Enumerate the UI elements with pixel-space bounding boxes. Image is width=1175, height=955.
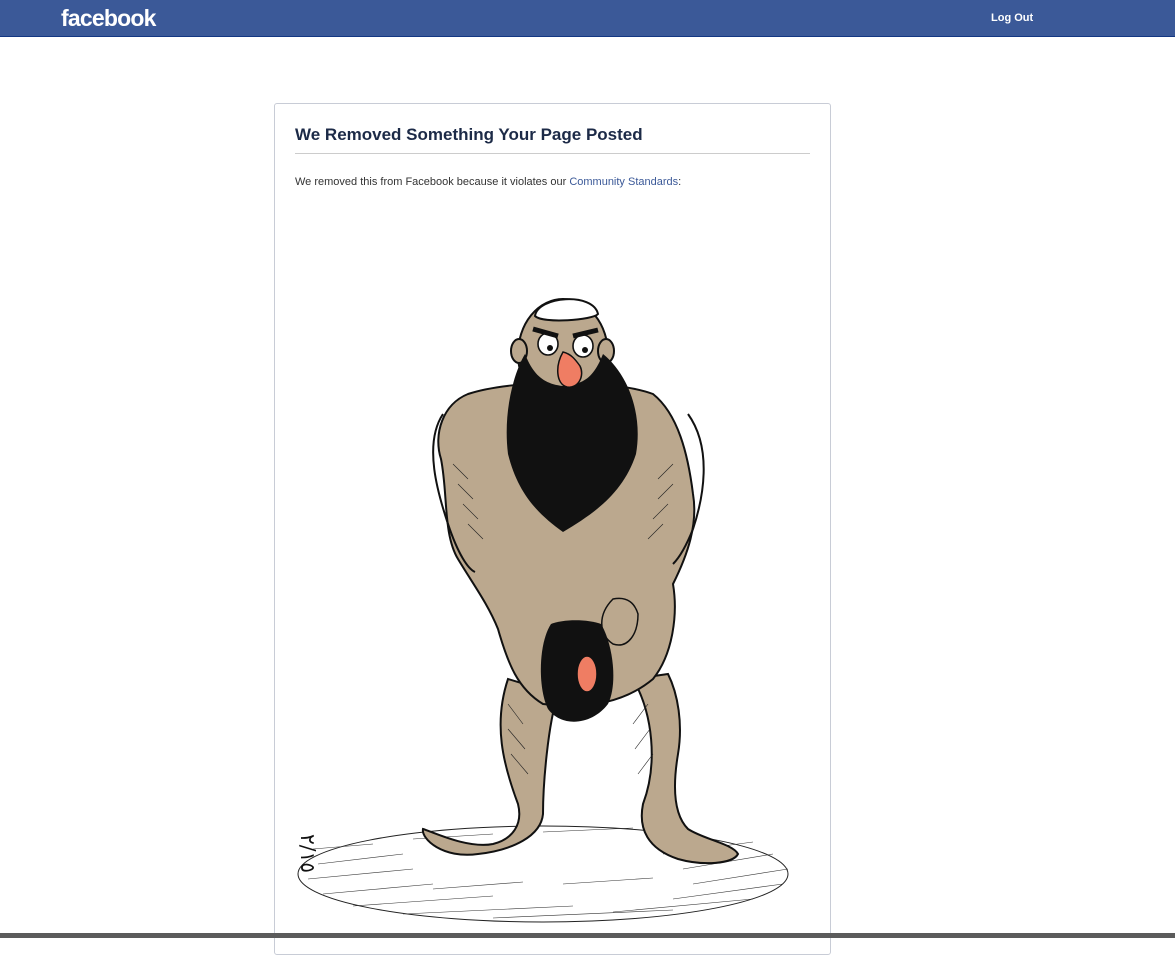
removed-cartoon-image: ٢/١٥: [296, 298, 789, 923]
facebook-logo[interactable]: facebook: [61, 5, 156, 32]
cap: [533, 298, 600, 322]
right-eye: [572, 334, 594, 358]
notice-title: We Removed Something Your Page Posted: [295, 125, 810, 154]
left-leg: [421, 677, 560, 856]
right-pupil: [582, 347, 588, 353]
community-standards-link[interactable]: Community Standards: [569, 176, 678, 188]
notice-message: We removed this from Facebook because it…: [295, 176, 681, 188]
message-prefix: We removed this from Facebook because it…: [295, 176, 570, 188]
top-navigation-bar: facebook Log Out: [0, 0, 1175, 37]
logout-link[interactable]: Log Out: [991, 12, 1033, 24]
message-suffix: :: [678, 176, 682, 188]
removal-notice-panel: We Removed Something Your Page Posted We…: [274, 103, 831, 955]
artist-signature: ٢/١٥: [296, 834, 320, 873]
window-bottom-edge: [0, 933, 1175, 938]
left-pupil: [547, 345, 553, 351]
groin-detail: [576, 655, 598, 693]
right-leg: [631, 672, 740, 865]
